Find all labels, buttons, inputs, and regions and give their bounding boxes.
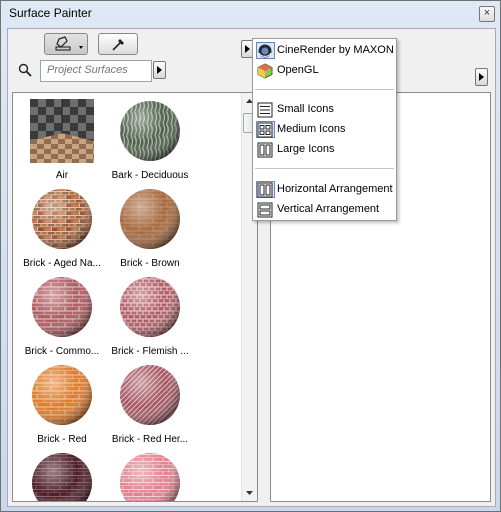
medium-icons-icon — [257, 122, 273, 138]
menu-item-small-icons[interactable]: Small Icons — [255, 100, 394, 118]
surface-label: Brick - Red Her... — [111, 434, 189, 445]
horizontal-arrangement-icon — [257, 182, 273, 198]
surface-thumbnail — [118, 99, 182, 163]
surface-tile[interactable]: Brick - Brown — [107, 187, 193, 269]
menu-item-cinerender[interactable]: CineRender by MAXON — [255, 41, 394, 59]
surface-tile[interactable]: Brick - Aged Na... — [19, 187, 105, 269]
surface-tile[interactable]: Brick - Red Her... — [107, 363, 193, 445]
surface-label: Brick - Commo... — [24, 346, 100, 357]
menu-label: Medium Icons — [277, 123, 346, 135]
surface-thumbnail — [30, 99, 94, 163]
opengl-icon — [257, 63, 273, 79]
surface-tile[interactable]: Bark - Deciduous — [107, 99, 193, 181]
panel-options-button[interactable] — [475, 68, 488, 86]
large-icons-icon — [257, 142, 273, 158]
surface-thumbnail — [118, 275, 182, 339]
search-options-button[interactable] — [153, 61, 166, 79]
menu-item-horizontal-arrangement[interactable]: Horizontal Arrangement — [255, 180, 394, 198]
menu-item-medium-icons[interactable]: Medium Icons — [255, 120, 394, 138]
menu-label: Horizontal Arrangement — [277, 183, 393, 195]
menu-separator — [255, 168, 394, 169]
surface-tile[interactable]: Air — [19, 99, 105, 181]
search-input[interactable] — [45, 63, 153, 77]
eyedropper-tool-button[interactable] — [98, 33, 138, 55]
surface-thumbnail — [118, 451, 182, 501]
surface-thumbnail — [118, 187, 182, 251]
surface-thumbnail — [30, 363, 94, 427]
surface-tile[interactable]: Brick - Red — [19, 363, 105, 445]
menu-item-opengl[interactable]: OpenGL — [255, 61, 394, 79]
surface-painter-window: Surface Painter × AirBark — [0, 0, 501, 512]
surface-label: Air — [55, 170, 69, 181]
vertical-arrangement-icon — [257, 202, 273, 218]
eyedropper-icon — [112, 39, 124, 51]
surface-label: Bark - Deciduous — [111, 170, 189, 181]
menu-label: CineRender by MAXON — [277, 44, 394, 56]
surface-thumbnail — [30, 275, 94, 339]
menu-item-large-icons[interactable]: Large Icons — [255, 140, 394, 158]
surface-thumbnail — [30, 451, 94, 501]
surface-label: Brick - Red — [37, 434, 87, 445]
menu-label: Small Icons — [277, 103, 334, 115]
surface-tile[interactable] — [107, 451, 193, 501]
window-title: Surface Painter — [9, 6, 92, 20]
paint-tool-button[interactable] — [44, 33, 88, 55]
search-field[interactable] — [40, 60, 153, 82]
cinerender-icon — [258, 44, 272, 58]
menu-label: Vertical Arrangement — [277, 203, 380, 215]
menu-label: Large Icons — [277, 143, 335, 155]
scroll-down-arrow-icon[interactable] — [242, 487, 257, 499]
small-icons-icon — [257, 102, 273, 118]
search-icon[interactable] — [18, 63, 32, 77]
surface-thumbnail — [30, 187, 94, 251]
surface-tile[interactable]: Brick - Flemish ... — [107, 275, 193, 357]
surface-label: Brick - Aged Na... — [23, 258, 101, 269]
menu-separator — [255, 89, 394, 90]
title-bar[interactable]: Surface Painter × — [1, 1, 500, 27]
options-dropdown-menu: CineRender by MAXON OpenGL Small Icons M… — [252, 38, 397, 221]
menu-item-vertical-arrangement[interactable]: Vertical Arrangement — [255, 200, 394, 218]
surface-label: Brick - Brown — [120, 258, 180, 269]
close-button[interactable]: × — [479, 6, 495, 22]
surface-list: Air Bark - Deciduous Brick - Aged Na... Bri… — [12, 92, 258, 502]
paint-bucket-icon — [55, 36, 83, 51]
surface-tile[interactable]: Brick - Commo... — [19, 275, 105, 357]
surface-label: Brick - Flemish ... — [111, 346, 189, 357]
menu-label: OpenGL — [277, 64, 319, 76]
surface-thumbnail — [118, 363, 182, 427]
surface-tile[interactable] — [19, 451, 105, 501]
